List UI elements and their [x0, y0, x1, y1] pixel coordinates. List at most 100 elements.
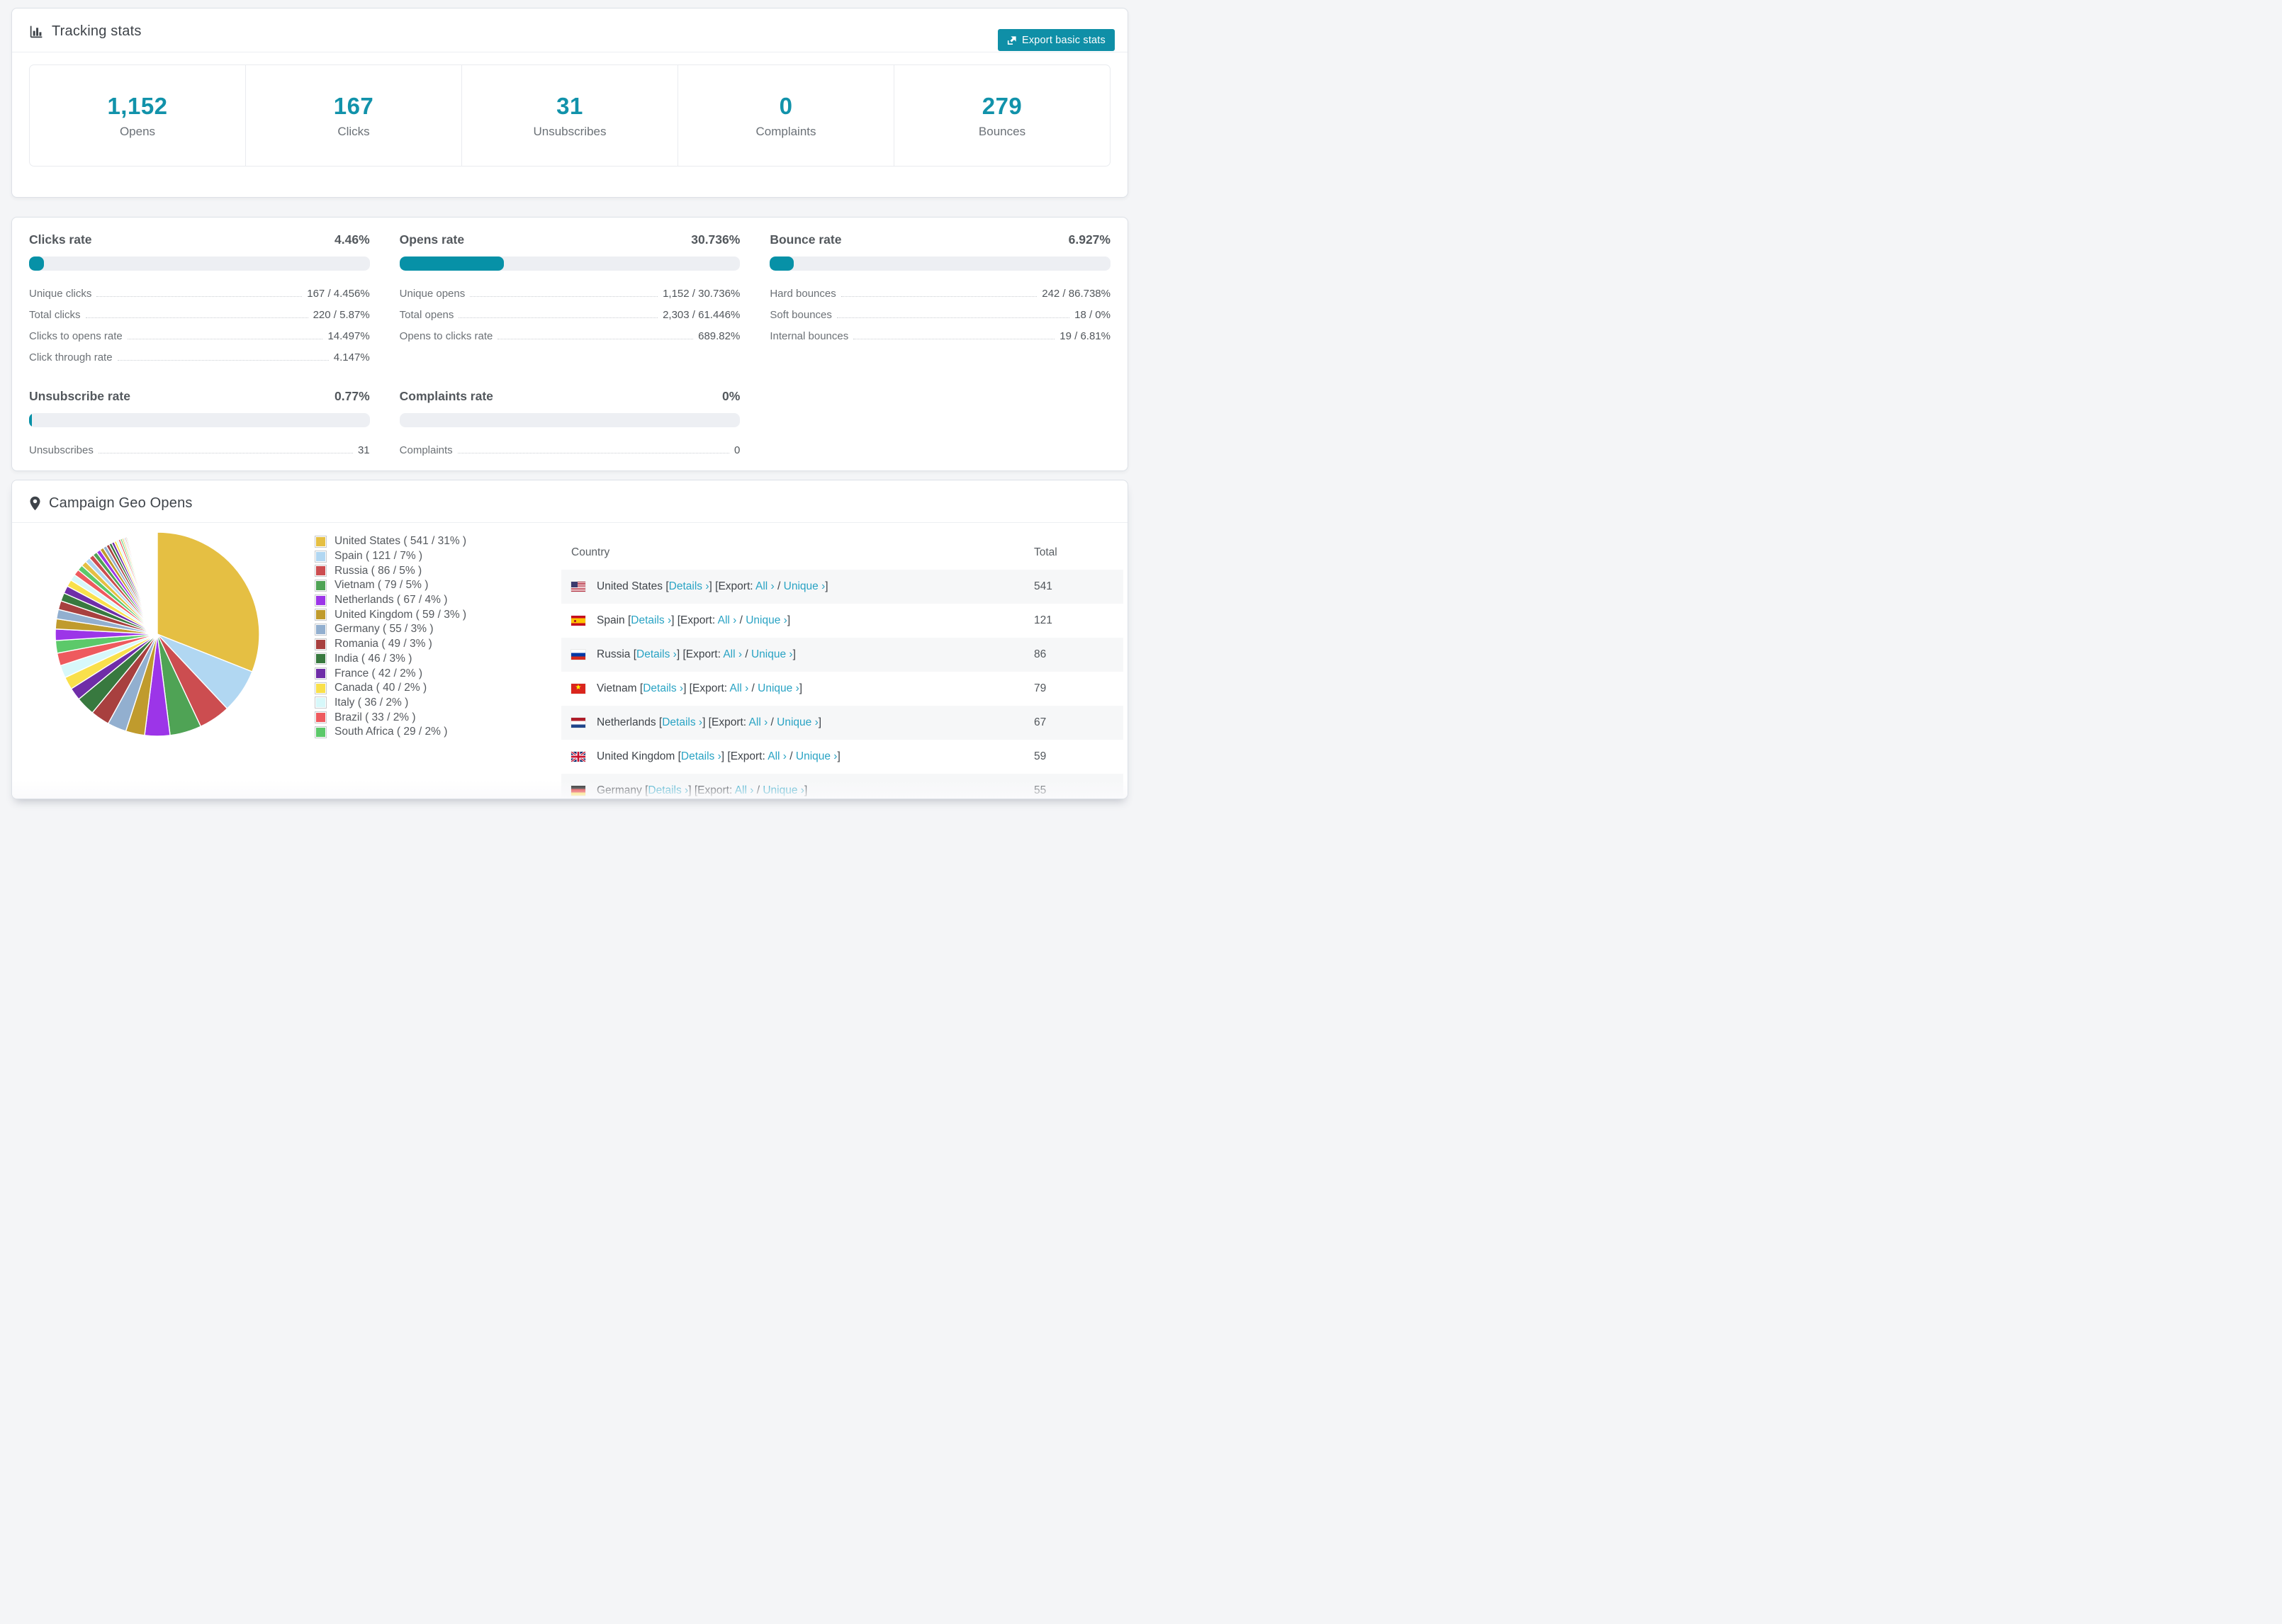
rate-detail-value: 220 / 5.87% — [313, 308, 370, 321]
us-flag-icon — [571, 582, 585, 592]
export-all-link[interactable]: All › — [730, 682, 749, 694]
details-link[interactable]: Details › — [662, 716, 702, 728]
export-all-link[interactable]: All › — [768, 750, 787, 762]
rate-progress-fill — [29, 256, 45, 271]
legend-swatch — [315, 711, 327, 724]
legend-item: Russia ( 86 / 5% ) — [315, 563, 561, 578]
export-unique-link[interactable]: Unique › — [796, 750, 838, 762]
details-link[interactable]: Details › — [681, 750, 721, 762]
legend-swatch — [315, 535, 327, 548]
rate-head: Clicks rate 4.46% — [29, 232, 370, 247]
legend-item: Netherlands ( 67 / 4% ) — [315, 593, 561, 608]
export-all-link[interactable]: All › — [755, 580, 775, 592]
legend-item: India ( 46 / 3% ) — [315, 652, 561, 667]
stat-label: Bounces — [978, 124, 1026, 138]
export-all-link[interactable]: All › — [749, 716, 768, 728]
row-country-cell: United Kingdom [Details ›] [Export: All … — [597, 750, 1034, 763]
legend-swatch — [315, 726, 327, 738]
rate-detail-value: 167 / 4.456% — [307, 287, 370, 300]
rate-detail-row: Unique opens 1,152 / 30.736% — [400, 283, 741, 304]
rate-block-unsubscribe-rate: Unsubscribe rate 0.77% Unsubscribes 31 — [29, 389, 370, 461]
geo-opens-card: Campaign Geo Opens United States ( 541 /… — [11, 480, 1128, 799]
legend-label: United States ( 541 / 31% ) — [335, 535, 467, 548]
rate-value: 4.46% — [335, 232, 370, 247]
export-icon — [1007, 35, 1017, 45]
rate-value: 30.736% — [691, 232, 741, 247]
spain-flag-icon — [571, 616, 585, 626]
legend-item: Germany ( 55 / 3% ) — [315, 622, 561, 637]
rate-progress-fill — [399, 256, 505, 271]
germany-flag-icon — [571, 786, 585, 796]
details-link[interactable]: Details › — [636, 648, 677, 660]
details-link[interactable]: Details › — [643, 682, 683, 694]
country-name: Germany — [597, 784, 646, 796]
export-unique-link[interactable]: Unique › — [777, 716, 819, 728]
slash-separator: / — [768, 716, 777, 728]
bracket: ] — [837, 750, 841, 762]
rate-title: Unsubscribe rate — [29, 389, 130, 403]
rate-detail-row: Internal bounces 19 / 6.81% — [770, 325, 1111, 346]
export-prefix: Export: — [711, 716, 749, 728]
legend-item: United Kingdom ( 59 / 3% ) — [315, 607, 561, 622]
legend-swatch — [315, 697, 327, 709]
rate-title: Opens rate — [399, 232, 465, 247]
export-unique-link[interactable]: Unique › — [746, 614, 787, 626]
export-all-link[interactable]: All › — [735, 784, 754, 796]
rate-detail-value: 19 / 6.81% — [1060, 329, 1111, 342]
legend-item: Romania ( 49 / 3% ) — [315, 637, 561, 652]
legend-swatch — [315, 638, 327, 650]
export-unique-link[interactable]: Unique › — [758, 682, 799, 694]
geo-table: Country Total United States [Details ›] … — [561, 523, 1128, 799]
rate-detail-row: Total clicks 220 / 5.87% — [29, 304, 370, 325]
export-all-link[interactable]: All › — [723, 648, 742, 660]
rate-block-clicks-rate: Clicks rate 4.46% Unique clicks 167 / 4.456… — [29, 232, 370, 368]
rate-detail-label: Clicks to opens rate — [29, 329, 123, 342]
stat-value: 167 — [333, 92, 374, 119]
stat-value: 279 — [982, 92, 1023, 119]
legend-item: Brazil ( 33 / 2% ) — [315, 710, 561, 725]
bracket: ] — [792, 648, 796, 660]
row-country-cell: Russia [Details ›] [Export: All › / Uniq… — [597, 648, 1034, 661]
row-total-cell: 59 — [1034, 750, 1047, 762]
rate-block-bounce-rate: Bounce rate 6.927% Hard bounces 242 / 86.73… — [770, 232, 1111, 368]
stat-box-clicks: 167 Clicks — [245, 65, 461, 166]
rate-block-complaints-rate: Complaints rate 0% Complaints 0 — [399, 389, 741, 461]
legend-item: Canada ( 40 / 2% ) — [315, 681, 561, 696]
legend-item: Spain ( 121 / 7% ) — [315, 549, 561, 564]
stat-box-complaints: 0 Complaints — [678, 65, 894, 166]
row-country-cell: Vietnam [Details ›] [Export: All › / Uni… — [597, 682, 1034, 695]
country-column-header: Country — [571, 546, 610, 558]
export-all-link[interactable]: All › — [718, 614, 737, 626]
bracket: ] [ — [683, 682, 692, 694]
details-link[interactable]: Details › — [648, 784, 688, 796]
rate-detail-label: Soft bounces — [770, 308, 832, 321]
rate-detail-value: 4.147% — [333, 351, 370, 363]
legend-label: France ( 42 / 2% ) — [335, 667, 423, 680]
rate-detail-value: 1,152 / 30.736% — [663, 287, 741, 300]
legend-label: South Africa ( 29 / 2% ) — [335, 726, 448, 738]
export-unique-link[interactable]: Unique › — [763, 784, 804, 796]
details-link[interactable]: Details › — [631, 614, 671, 626]
bracket: ] [ — [721, 750, 731, 762]
row-country-cell: Spain [Details ›] [Export: All › / Uniqu… — [597, 614, 1034, 627]
vietnam-flag-icon — [571, 683, 585, 694]
legend-swatch — [315, 682, 327, 694]
country-name: United States — [597, 580, 666, 592]
rate-detail-value: 0 — [734, 444, 741, 456]
country-name: Vietnam — [597, 682, 640, 694]
export-basic-stats-button[interactable]: Export basic stats — [997, 29, 1115, 51]
dotted-leader — [85, 317, 308, 318]
geo-table-header: Country Total — [561, 537, 1123, 568]
country-name: Netherlands — [597, 716, 659, 728]
slash-separator: / — [736, 614, 746, 626]
rate-progress-bar — [399, 413, 741, 427]
stat-label: Unsubscribes — [533, 124, 607, 138]
export-unique-link[interactable]: Unique › — [784, 580, 826, 592]
export-unique-link[interactable]: Unique › — [751, 648, 793, 660]
geo-legend: United States ( 541 / 31% ) Spain ( 121 /… — [315, 523, 561, 740]
rate-detail-label: Opens to clicks rate — [399, 329, 493, 342]
legend-swatch — [315, 623, 327, 636]
legend-swatch — [315, 565, 327, 577]
details-link[interactable]: Details › — [669, 580, 709, 592]
legend-item: Vietnam ( 79 / 5% ) — [315, 578, 561, 593]
